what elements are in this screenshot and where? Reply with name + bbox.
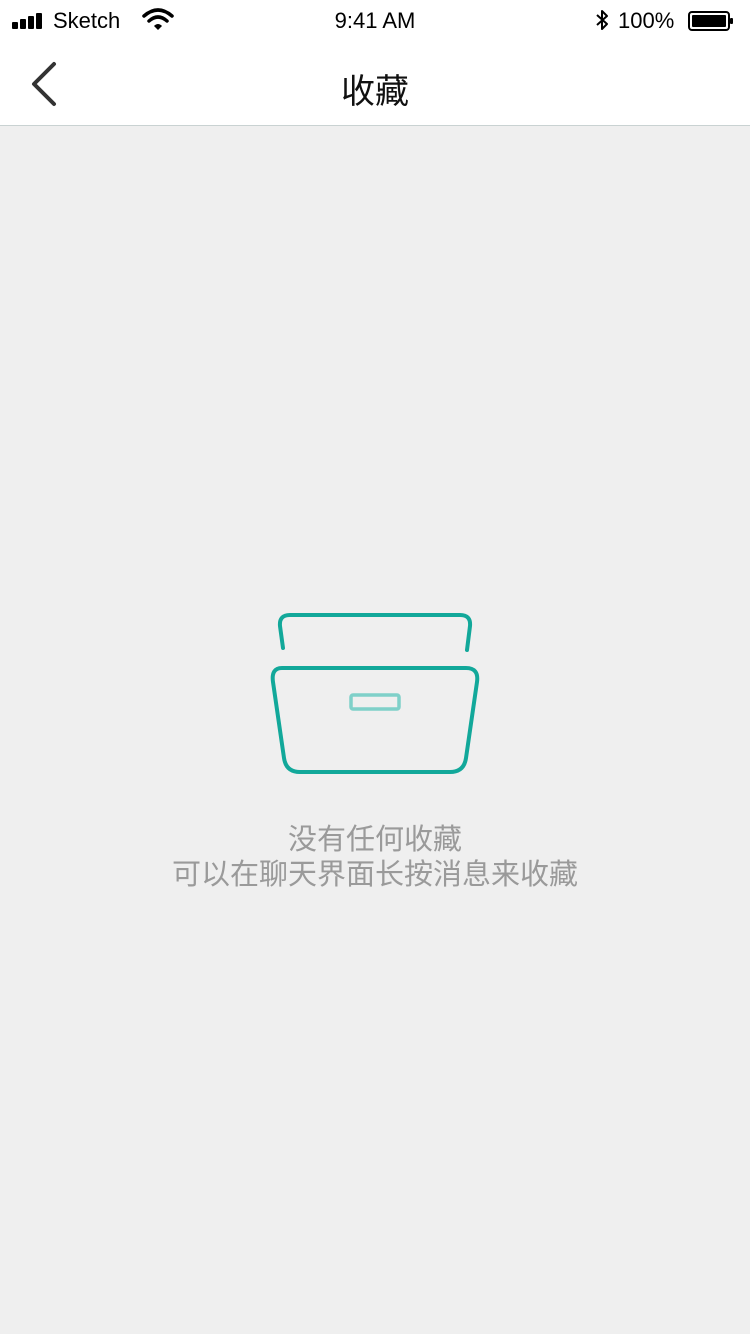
empty-state-title: 没有任何收藏 — [287, 822, 462, 856]
empty-state-hint: 可以在聊天界面长按消息来收藏 — [171, 857, 578, 891]
bluetooth-icon — [596, 10, 608, 30]
status-bar: Sketch 9:41 AM 100% — [0, 0, 750, 40]
nav-bar: 收藏 — [0, 40, 750, 126]
archive-box-icon — [270, 613, 480, 774]
favorites-screen: Sketch 9:41 AM 100% 收藏 没有任何收藏 可以在聊天界面长按消… — [0, 0, 750, 1334]
battery-percent: 100% — [618, 8, 675, 33]
page-title: 收藏 — [341, 72, 409, 112]
battery-icon — [688, 11, 733, 31]
